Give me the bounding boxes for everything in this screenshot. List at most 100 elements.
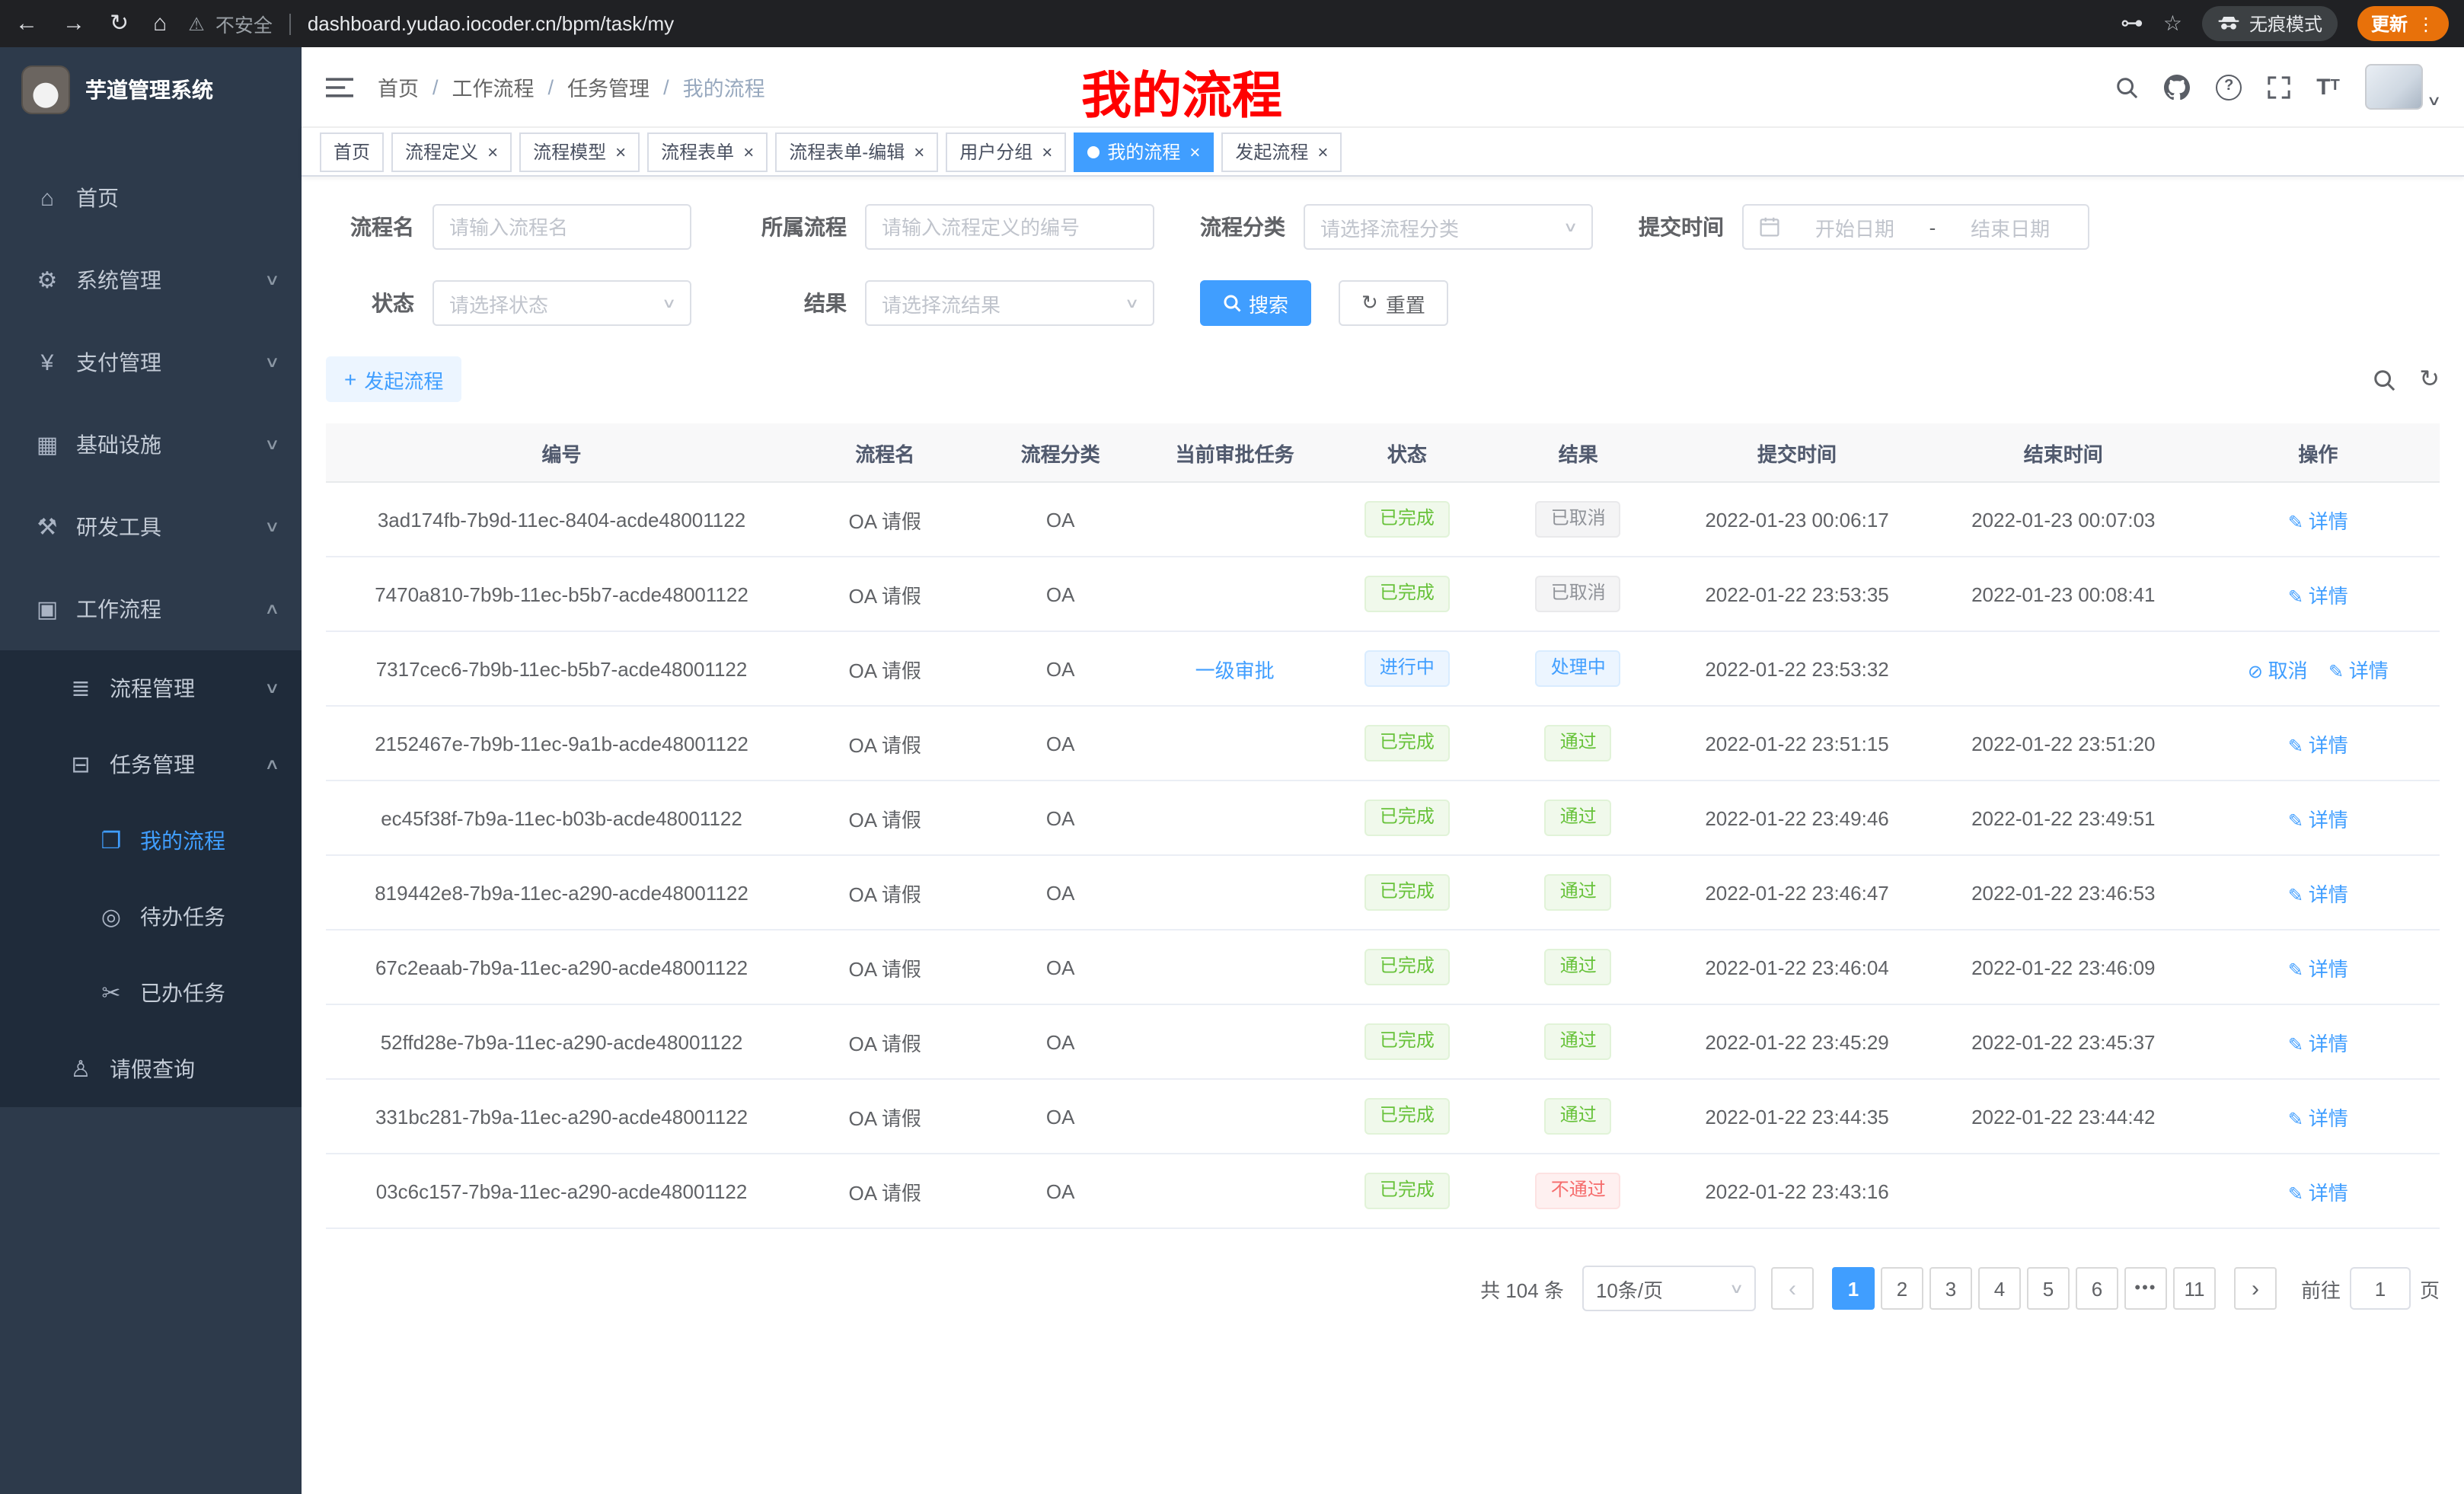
table-search-icon[interactable]	[2372, 368, 2395, 391]
detail-link[interactable]: 详情	[2328, 659, 2389, 682]
detail-link[interactable]: 详情	[2288, 584, 2348, 607]
process-definition-input[interactable]	[865, 204, 1154, 250]
result-badge: 不通过	[1536, 1173, 1621, 1209]
goto-page-input[interactable]	[2350, 1267, 2411, 1310]
github-icon[interactable]	[2164, 74, 2190, 100]
incognito-badge[interactable]: 无痕模式	[2202, 6, 2338, 41]
category-select[interactable]: 请选择流程分类	[1304, 204, 1593, 250]
tab[interactable]: 流程模型	[519, 132, 640, 171]
start-date-placeholder[interactable]: 开始日期	[1792, 212, 1917, 241]
update-button[interactable]: 更新	[2357, 6, 2449, 41]
page-button[interactable]: •••	[2124, 1267, 2167, 1310]
detail-link[interactable]: 详情	[2288, 957, 2348, 980]
sidebar-item-my-process[interactable]: ❐ 我的流程	[0, 803, 302, 879]
font-size-icon[interactable]: TT	[2316, 75, 2340, 98]
create-process-button[interactable]: 发起流程	[326, 356, 461, 402]
bookmark-star-icon[interactable]: ☆	[2163, 11, 2182, 37]
page-button[interactable]: 1	[1832, 1267, 1875, 1310]
detail-link[interactable]: 详情	[2288, 883, 2348, 905]
detail-link[interactable]: 详情	[2288, 733, 2348, 756]
page-button[interactable]: 5	[2027, 1267, 2070, 1310]
tab-close-icon[interactable]	[743, 142, 754, 161]
tab[interactable]: 用户分组	[946, 132, 1066, 171]
process-name-input[interactable]	[432, 204, 691, 250]
cell-process-name: OA 请假	[797, 930, 972, 1004]
cell-current-task	[1148, 781, 1322, 855]
sidebar-item-home[interactable]: ⌂ 首页	[0, 157, 302, 239]
cell-id: 7470a810-7b9b-11ec-b5b7-acde48001122	[326, 557, 797, 631]
sidebar-item-infrastructure[interactable]: ▦ 基础设施	[0, 404, 302, 486]
task-link[interactable]: 一级审批	[1195, 659, 1275, 682]
search-button[interactable]: 搜索	[1200, 280, 1311, 326]
sidebar-item-system[interactable]: ⚙ 系统管理	[0, 239, 302, 321]
back-icon[interactable]: ←	[15, 12, 38, 35]
status-badge: 已完成	[1364, 949, 1450, 985]
plus-icon	[344, 367, 356, 391]
tab-close-icon[interactable]	[1189, 142, 1200, 161]
page-size-select[interactable]: 10条/页	[1582, 1266, 1756, 1311]
sidebar-item-task-management[interactable]: ⊟ 任务管理	[0, 726, 302, 803]
page-button[interactable]: 3	[1929, 1267, 1972, 1310]
tab[interactable]: 流程表单-编辑	[775, 132, 938, 171]
tab[interactable]: 我的流程	[1074, 132, 1214, 171]
sidebar-toggle-icon[interactable]	[326, 75, 353, 98]
browser-home-icon[interactable]: ⌂	[153, 12, 167, 35]
result-select[interactable]: 请选择流结果	[865, 280, 1154, 326]
tab[interactable]: 首页	[320, 132, 384, 171]
sidebar-item-payment[interactable]: ¥ 支付管理	[0, 321, 302, 404]
tab-close-icon[interactable]	[1317, 142, 1328, 161]
prev-page-button[interactable]	[1771, 1267, 1814, 1310]
browser-menu-dots-icon[interactable]	[2417, 13, 2435, 34]
end-date-placeholder[interactable]: 结束日期	[1948, 212, 2073, 241]
sidebar-item-workflow[interactable]: ▣ 工作流程	[0, 568, 302, 650]
page-button[interactable]: 2	[1881, 1267, 1923, 1310]
grid-icon: ▦	[34, 431, 61, 458]
detail-link[interactable]: 详情	[2288, 509, 2348, 532]
avatar[interactable]	[2366, 64, 2424, 110]
table-refresh-icon[interactable]	[2419, 364, 2440, 394]
status-badge: 已完成	[1364, 501, 1450, 538]
cancel-link[interactable]: 取消	[2248, 659, 2308, 682]
tab[interactable]: 流程表单	[647, 132, 768, 171]
key-icon[interactable]: ⊶	[2121, 12, 2143, 35]
sidebar-item-done-tasks[interactable]: ✂ 已办任务	[0, 955, 302, 1031]
sidebar-item-leave-query[interactable]: ♙ 请假查询	[0, 1031, 302, 1107]
page-button[interactable]: 6	[2076, 1267, 2118, 1310]
status-select[interactable]: 请选择状态	[432, 280, 691, 326]
breadcrumb-item[interactable]: 任务管理	[567, 72, 650, 102]
breadcrumb-item[interactable]: 首页	[378, 72, 419, 102]
tab[interactable]: 流程定义	[391, 132, 512, 171]
tab-close-icon[interactable]	[914, 142, 924, 161]
sidebar-item-process-management[interactable]: ≣ 流程管理	[0, 650, 302, 726]
logo[interactable]: 芋道管理系统	[0, 47, 302, 132]
user-menu[interactable]: ∨	[2366, 64, 2440, 110]
sidebar-item-todo-tasks[interactable]: ◎ 待办任务	[0, 879, 302, 955]
breadcrumb-item[interactable]: 工作流程	[452, 72, 535, 102]
update-label: 更新	[2371, 11, 2408, 37]
page-button[interactable]: 4	[1978, 1267, 2021, 1310]
detail-link[interactable]: 详情	[2288, 808, 2348, 831]
tab-close-icon[interactable]	[615, 142, 626, 161]
chevron-down-icon	[1729, 1280, 1744, 1297]
url-text[interactable]: dashboard.yudao.iocoder.cn/bpm/task/my	[308, 12, 674, 35]
sidebar-item-devtools[interactable]: ⚒ 研发工具	[0, 486, 302, 568]
fullscreen-icon[interactable]	[2268, 75, 2290, 98]
search-icon[interactable]	[2115, 75, 2138, 98]
reset-button[interactable]: 重置	[1339, 280, 1448, 326]
tab-close-icon[interactable]	[487, 142, 498, 161]
forward-icon[interactable]: →	[62, 12, 85, 35]
detail-link[interactable]: 详情	[2288, 1181, 2348, 1204]
next-page-button[interactable]	[2234, 1267, 2277, 1310]
help-icon[interactable]: ?	[2216, 74, 2242, 100]
page-button[interactable]: 11	[2173, 1267, 2216, 1310]
detail-link[interactable]: 详情	[2288, 1032, 2348, 1055]
address-bar[interactable]: ⚠ 不安全 dashboard.yudao.iocoder.cn/bpm/tas…	[188, 9, 2102, 38]
reload-icon[interactable]: ↻	[110, 12, 129, 35]
tab-label: 流程表单	[661, 139, 734, 164]
cell-submit-time: 2022-01-22 23:46:04	[1664, 930, 1930, 1004]
cell-end-time: 2022-01-22 23:46:09	[1930, 930, 2197, 1004]
date-range-picker[interactable]: 开始日期 - 结束日期	[1742, 204, 2089, 250]
detail-link[interactable]: 详情	[2288, 1106, 2348, 1129]
tab-close-icon[interactable]	[1042, 142, 1052, 161]
tab[interactable]: 发起流程	[1221, 132, 1342, 171]
